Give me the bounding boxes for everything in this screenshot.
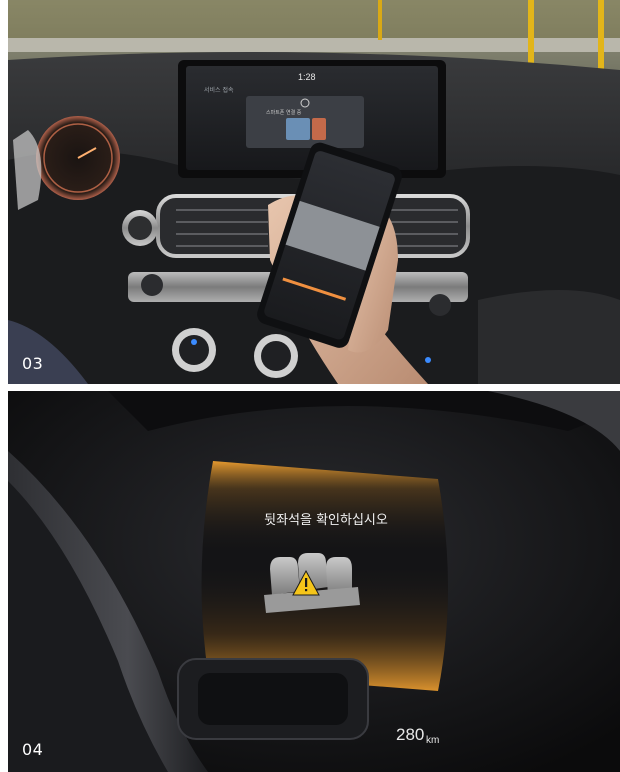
mirroring-popup-text: 스마트폰 연결 중: [266, 109, 302, 116]
phone-app-icon: [312, 118, 326, 140]
panel-number: 04: [22, 740, 44, 759]
yellow-pole: [598, 0, 604, 80]
ambient-indicator: [425, 357, 431, 363]
infotainment-menu-label: 서비스 접속: [204, 86, 234, 94]
photo-panel-03: 1:28 서비스 접속 스마트폰 연결 중 03: [8, 0, 620, 384]
photo-panel-04: 뒷좌석을 확인하십시오 280 km 04: [8, 391, 620, 772]
rear-seat-warning-text: 뒷좌석을 확인하십시오: [264, 513, 388, 528]
climate-dial-face: [261, 341, 291, 371]
panel-number: 03: [22, 354, 44, 373]
start-button-center: [128, 216, 152, 240]
range-unit: km: [426, 735, 439, 746]
steering-column-inner: [198, 673, 348, 725]
ambient-indicator: [191, 339, 197, 345]
yellow-pole: [378, 0, 382, 40]
tuning-knob: [429, 294, 451, 316]
infotainment-time: 1:28: [298, 72, 316, 82]
car-interior-photo: 1:28 서비스 접속 스마트폰 연결 중: [8, 0, 620, 384]
volume-knob: [141, 274, 163, 296]
instrument-cluster-photo: 뒷좌석을 확인하십시오 280 km: [8, 391, 620, 772]
phone-app-icon: [286, 118, 310, 140]
center-console: [478, 290, 620, 384]
range-value: 280: [396, 725, 424, 744]
